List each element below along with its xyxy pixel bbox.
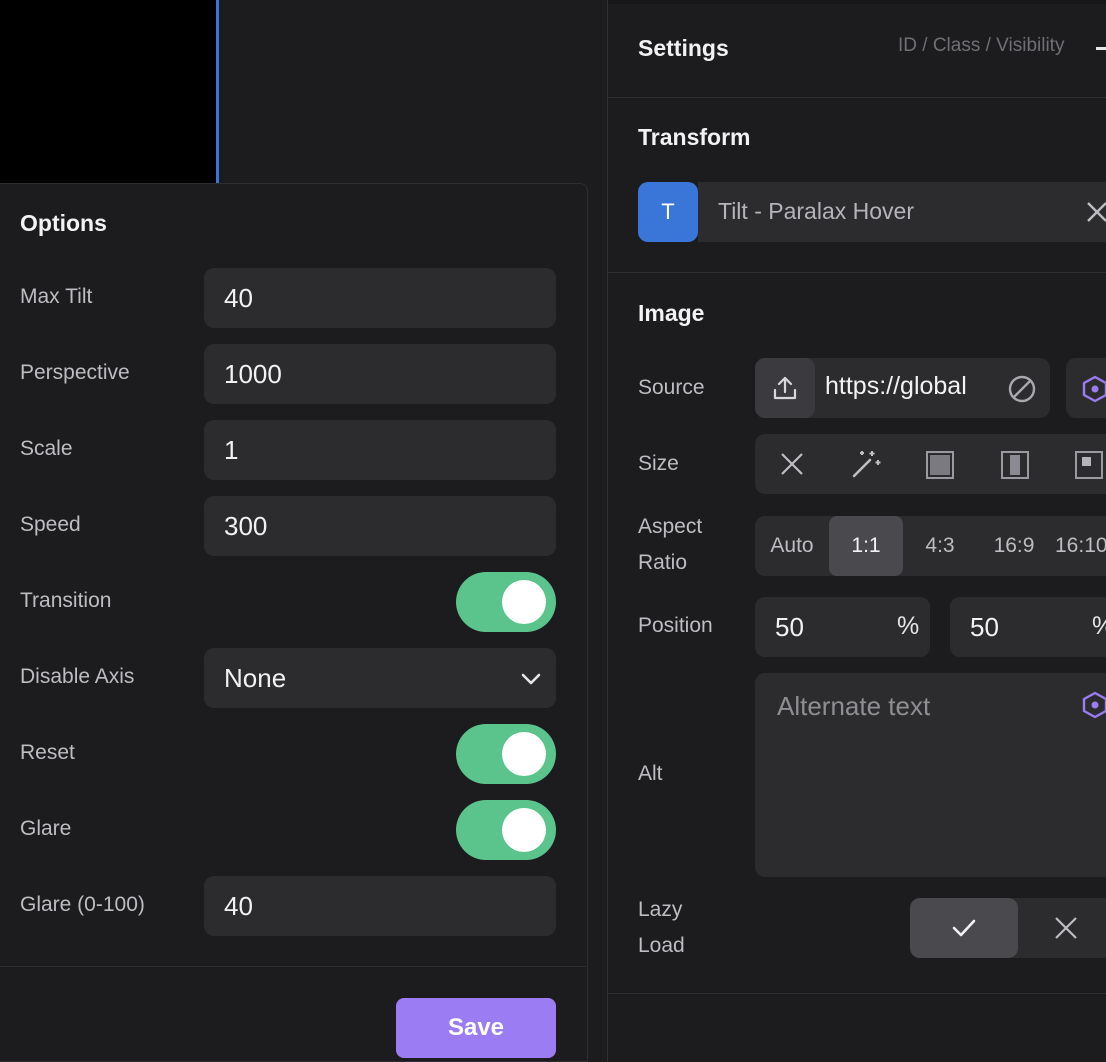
lazy-load-label: Lazy Load xyxy=(638,892,685,964)
options-title: Options xyxy=(20,210,107,236)
canvas-guide-line xyxy=(216,0,219,184)
aspect-option-1-1[interactable]: 1:1 xyxy=(829,516,903,576)
save-button[interactable]: Save xyxy=(396,998,556,1058)
source-label: Source xyxy=(638,376,705,399)
reset-label: Reset xyxy=(20,741,75,764)
dynamic-data-icon xyxy=(1082,375,1106,403)
image-title: Image xyxy=(638,300,705,326)
close-icon[interactable] xyxy=(1084,199,1106,225)
aspect-label-line2: Ratio xyxy=(638,551,688,574)
toggle-knob xyxy=(502,732,546,776)
perspective-label: Perspective xyxy=(20,361,130,384)
magic-wand-icon[interactable] xyxy=(850,448,882,480)
transition-toggle[interactable] xyxy=(456,572,556,632)
settings-title: Settings xyxy=(638,35,729,61)
settings-tabs[interactable]: ID / Class / Visibility xyxy=(898,35,1064,57)
position-y-value: 50 xyxy=(970,612,999,642)
lazy-load-yes-button[interactable] xyxy=(910,898,1018,958)
upload-icon xyxy=(773,376,797,400)
aspect-label-line1: Aspect xyxy=(638,515,703,538)
clear-source-icon[interactable] xyxy=(1007,374,1037,404)
size-label: Size xyxy=(638,452,679,475)
dynamic-data-icon[interactable] xyxy=(1080,690,1106,720)
toggle-knob xyxy=(502,580,546,624)
speed-input[interactable] xyxy=(204,496,556,556)
position-x-unit: % xyxy=(897,612,920,640)
position-y-unit: % xyxy=(1092,612,1106,641)
position-label: Position xyxy=(638,614,713,637)
transform-badge: T xyxy=(638,182,698,242)
lazy-label-line1: Lazy xyxy=(638,898,683,921)
aspect-option-16-10[interactable]: 16:10 xyxy=(1055,516,1106,576)
alt-label: Alt xyxy=(638,762,663,785)
alt-placeholder: Alternate text xyxy=(777,691,931,721)
transform-title: Transform xyxy=(638,124,751,150)
perspective-input[interactable] xyxy=(204,344,556,404)
max-tilt-input[interactable] xyxy=(204,268,556,328)
disable-axis-select[interactable]: None xyxy=(204,648,556,708)
disable-axis-value: None xyxy=(224,662,287,693)
upload-button[interactable] xyxy=(755,358,815,418)
square-small-icon[interactable] xyxy=(1074,448,1106,480)
scale-label: Scale xyxy=(20,437,73,460)
disable-axis-label: Disable Axis xyxy=(20,665,135,688)
scale-input[interactable] xyxy=(204,420,556,480)
split-square-icon[interactable] xyxy=(1000,448,1030,480)
chevron-down-icon xyxy=(521,673,541,685)
square-fill-icon[interactable] xyxy=(925,448,955,480)
close-icon[interactable] xyxy=(1052,914,1080,942)
options-divider xyxy=(0,966,586,967)
transition-label: Transition xyxy=(20,589,112,612)
glare-toggle[interactable] xyxy=(456,800,556,860)
position-x-value: 50 xyxy=(775,612,804,642)
transform-name: Tilt - Paralax Hover xyxy=(718,198,914,224)
toggle-knob xyxy=(502,808,546,852)
check-icon xyxy=(952,919,976,937)
settings-top-strip xyxy=(608,0,1106,4)
glare-amount-input[interactable] xyxy=(204,876,556,936)
source-url[interactable]: https://global xyxy=(825,372,967,401)
aspect-option-4-3[interactable]: 4:3 xyxy=(905,516,975,576)
aspect-option-16-9[interactable]: 16:9 xyxy=(978,516,1050,576)
max-tilt-label: Max Tilt xyxy=(20,285,93,308)
glare-amount-label: Glare (0-100) xyxy=(20,893,145,916)
divider xyxy=(608,993,1106,994)
aspect-ratio-label: Aspect Ratio xyxy=(638,509,702,581)
reset-toggle[interactable] xyxy=(456,724,556,784)
collapse-icon[interactable] xyxy=(1096,47,1106,50)
divider xyxy=(608,97,1106,98)
speed-label: Speed xyxy=(20,513,81,536)
canvas-preview xyxy=(0,0,216,184)
divider xyxy=(608,272,1106,273)
aspect-option-auto[interactable]: Auto xyxy=(757,516,827,576)
close-icon[interactable] xyxy=(778,448,806,480)
glare-label: Glare xyxy=(20,817,72,840)
lazy-label-line2: Load xyxy=(638,934,685,957)
